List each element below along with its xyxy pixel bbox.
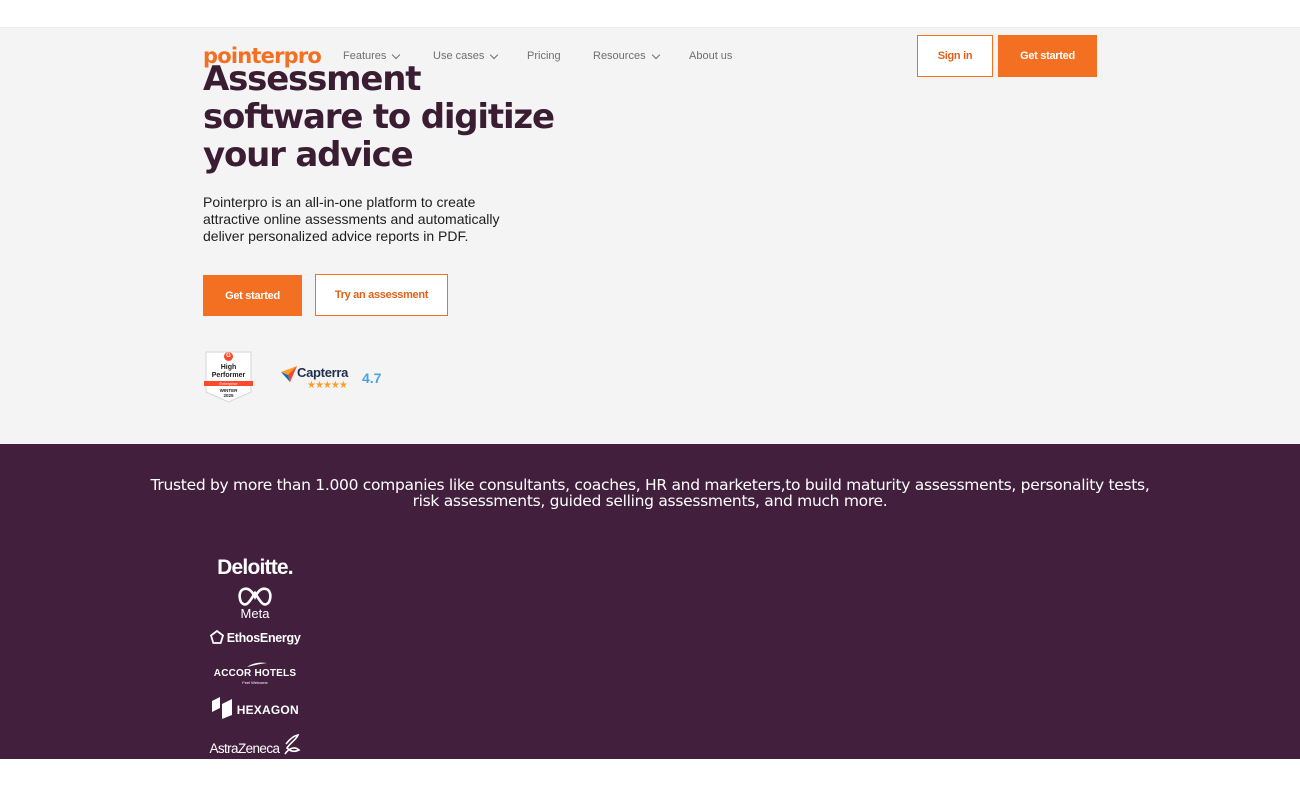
astrazeneca-swirl-icon [283,733,300,755]
chevron-down-icon [490,50,499,59]
deloitte-logo: Deloitte. [217,556,293,579]
try-assessment-button[interactable]: Try an assessment [315,274,448,316]
astrazeneca-logo: AstraZeneca [203,732,307,756]
capterra-score: 4.7 [362,370,382,386]
g2-badge-band: Enterprise [204,381,253,386]
chevron-down-icon [651,50,660,59]
page: pointerpro Features Use cases Pricing Re… [0,0,1300,788]
customer-logos: Deloitte. Meta EthosEnergy ACCOR HOTELS … [203,556,307,759]
g2-badge-line2: Performer [211,372,246,379]
accor-wordmark: ACCOR HOTELS [213,668,297,679]
g2-badge-title: High Performer [204,364,253,380]
sign-in-button[interactable]: Sign in [917,35,993,77]
chevron-down-icon [392,50,401,59]
browser-top-strip [0,0,1300,28]
nav-item-label: Resources [593,50,646,62]
hero-title: Assessment software to digitize your adv… [203,59,555,175]
capterra-arrow-icon [281,366,297,382]
hero-description: Pointerpro is an all-in-one platform to … [203,194,500,244]
meta-infinity-icon [238,587,272,606]
ethos-wordmark: EthosEnergy [226,631,301,645]
ethosenergy-logo: EthosEnergy [203,630,307,645]
hero-section [0,28,1300,444]
meta-wordmark: Meta [240,606,270,621]
nav-item-label: About us [689,50,733,62]
capterra-stars-icon: ★★★★★ [307,380,348,391]
trusted-by-text: Trusted by more than 1.000 companies lik… [150,476,1150,510]
nav-item-about-us[interactable]: About us [689,50,732,62]
g2-high-performer-badge[interactable]: G High Performer Enterprise WINTER 2025 [204,351,253,403]
g2-badge-year: 2025 [223,393,234,398]
ethos-pentagon-icon [209,630,224,644]
hero-get-started-button[interactable]: Get started [203,275,302,316]
astrazeneca-wordmark: AstraZeneca [209,741,280,756]
hexagon-logo: HEXAGON [203,696,307,720]
capterra-rating-badge[interactable]: Capterra ★★★★★ 4.7 [281,364,391,394]
capterra-name: Capterra [297,365,349,380]
nav-get-started-button[interactable]: Get started [998,35,1097,77]
g2-logo-icon: G [224,352,233,361]
hexagon-mark-icon [212,697,233,719]
g2-badge-line1: High [220,364,237,371]
nav-item-resources[interactable]: Resources [593,50,660,62]
page-bottom-strip [0,759,1300,788]
g2-badge-season: WINTER 2025 [204,388,253,398]
accor-tagline: Feel Welcome [242,680,268,685]
hexagon-wordmark: HEXAGON [236,703,299,717]
